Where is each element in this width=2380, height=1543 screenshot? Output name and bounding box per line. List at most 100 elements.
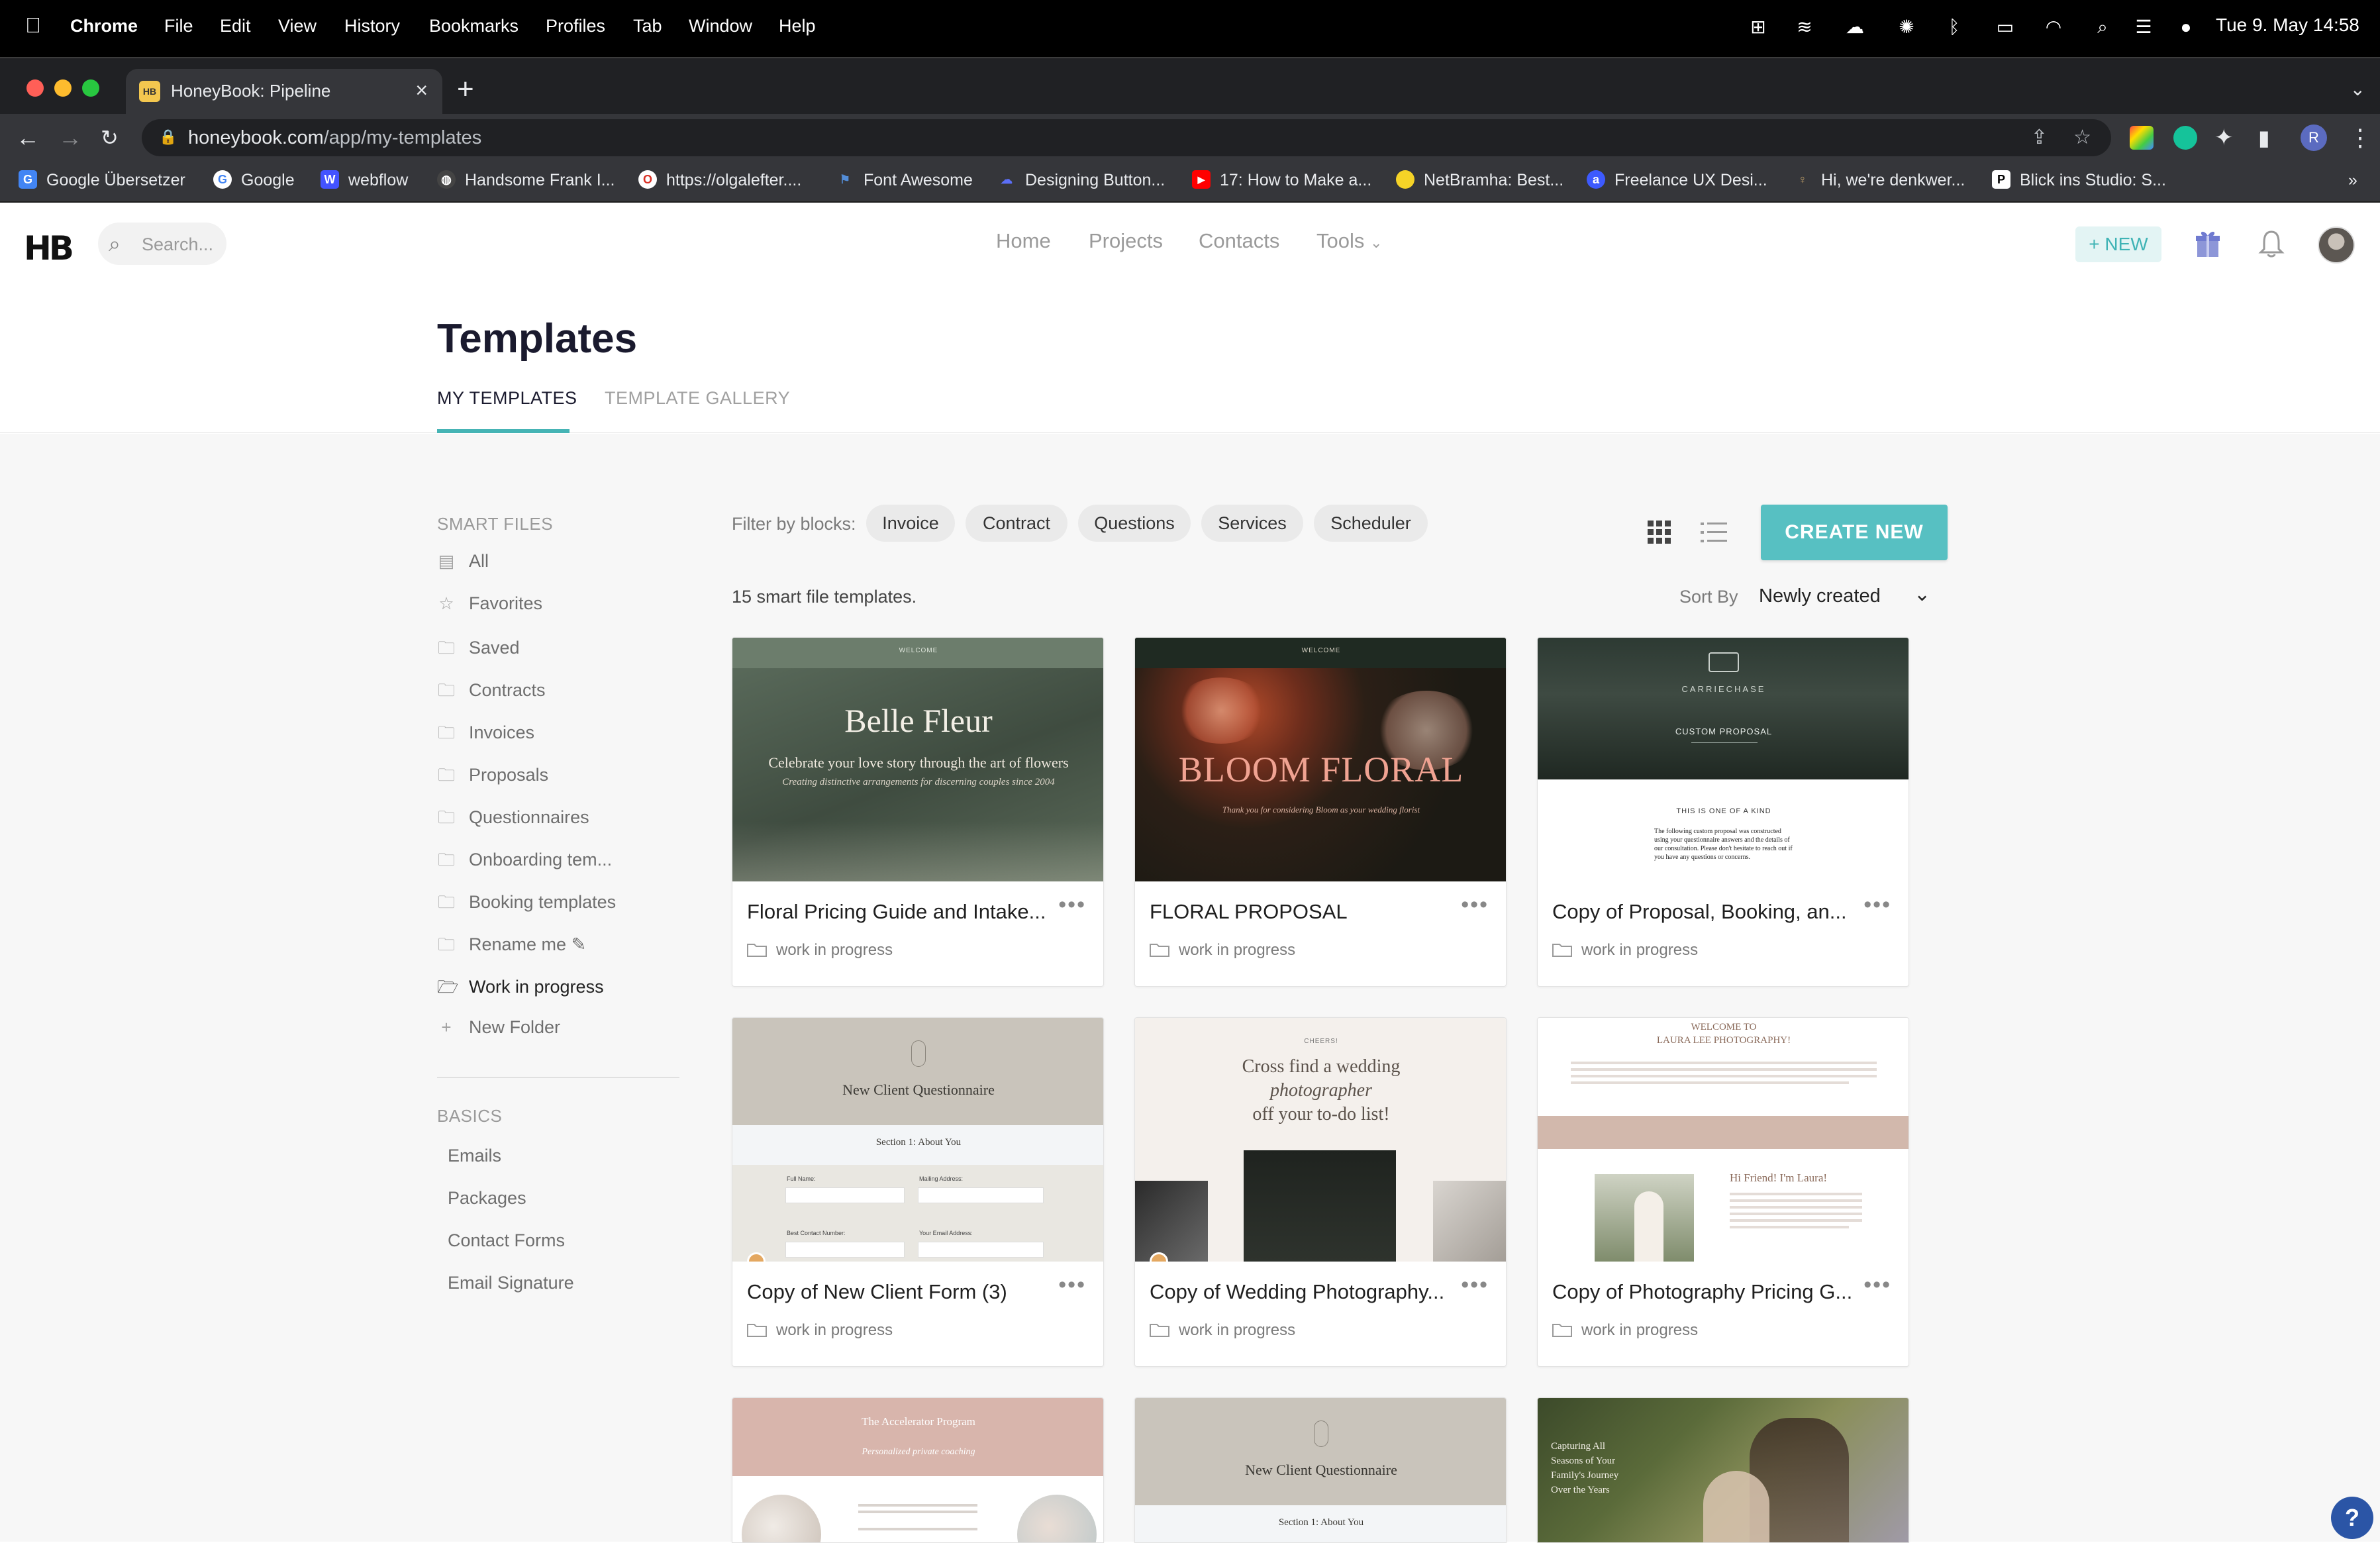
- side-panel-icon[interactable]: ▮: [2258, 124, 2270, 151]
- bookmark-item[interactable]: ◍ Handsome Frank I...: [437, 170, 615, 190]
- control-center-icon[interactable]: ☰: [2134, 17, 2154, 37]
- bookmark-item[interactable]: ▶ 17: How to Make a...: [1192, 170, 1371, 190]
- card-title[interactable]: FLORAL PROPOSAL: [1150, 900, 1461, 924]
- bookmarks-more-button[interactable]: »: [2348, 171, 2357, 190]
- color-extension-icon[interactable]: [2130, 126, 2154, 150]
- sidebar-item-packages[interactable]: Packages: [448, 1188, 526, 1209]
- nav-contacts[interactable]: Contacts: [1199, 229, 1279, 253]
- extensions-puzzle-icon[interactable]: ✦: [2214, 124, 2234, 151]
- honeybook-logo[interactable]: HB: [24, 229, 74, 268]
- filter-chip-questions[interactable]: Questions: [1078, 505, 1191, 542]
- sidebar-item-favorites[interactable]: ☆ Favorites: [437, 593, 542, 614]
- more-options-icon[interactable]: •••: [1863, 1272, 1891, 1298]
- new-button[interactable]: + NEW: [2075, 226, 2161, 262]
- grammarly-icon[interactable]: [2173, 126, 2197, 150]
- bookmark-item[interactable]: a Freelance UX Desi...: [1587, 170, 1767, 190]
- tab-template-gallery[interactable]: TEMPLATE GALLERY: [605, 388, 790, 409]
- template-card[interactable]: WELCOME TO LAURA LEE PHOTOGRAPHY! Hi Fri…: [1537, 1017, 1909, 1367]
- card-title[interactable]: Copy of Wedding Photography...: [1150, 1280, 1461, 1304]
- sidebar-item-questionnaires[interactable]: 🗀 Questionnaires: [437, 805, 589, 834]
- status-openai-icon[interactable]: ✺: [1897, 17, 1916, 37]
- sidebar-item-new-folder[interactable]: + New Folder: [437, 1017, 560, 1038]
- bluetooth-icon[interactable]: ᛒ: [1944, 17, 1964, 37]
- template-thumbnail[interactable]: CARRIECHASE CUSTOM PROPOSAL THIS IS ONE …: [1538, 638, 1909, 881]
- bookmark-item[interactable]: G Google Übersetzer: [19, 170, 185, 190]
- more-options-icon[interactable]: •••: [1863, 892, 1891, 918]
- menu-history[interactable]: History: [344, 16, 400, 36]
- template-card[interactable]: CARRIECHASE CUSTOM PROPOSAL THIS IS ONE …: [1537, 637, 1909, 987]
- template-thumbnail[interactable]: Capturing All Seasons of Your Family's J…: [1538, 1398, 1909, 1542]
- sidebar-item-rename-me[interactable]: 🗀 Rename me ✎: [437, 932, 586, 962]
- sidebar-item-saved[interactable]: 🗀 Saved: [437, 636, 520, 665]
- template-card[interactable]: Capturing All Seasons of Your Family's J…: [1537, 1397, 1909, 1543]
- template-thumbnail[interactable]: CHEERS! Cross find a wedding photographe…: [1135, 1018, 1506, 1262]
- card-title[interactable]: Copy of New Client Form (3): [747, 1280, 1058, 1304]
- back-arrow-icon[interactable]: ←: [16, 124, 40, 151]
- search-input[interactable]: ⌕ Search...: [98, 223, 226, 265]
- share-icon[interactable]: ⇪: [2031, 126, 2048, 149]
- bookmark-item[interactable]: G Google: [213, 170, 295, 190]
- status-cloud-icon[interactable]: ☁: [1845, 17, 1865, 37]
- menu-app-name[interactable]: Chrome: [70, 16, 138, 36]
- help-button[interactable]: ?: [2331, 1497, 2373, 1539]
- reload-icon[interactable]: ↻: [101, 124, 119, 151]
- sort-select[interactable]: Newly created: [1759, 585, 1881, 607]
- menu-edit[interactable]: Edit: [220, 16, 251, 36]
- sidebar-item-emails[interactable]: Emails: [448, 1146, 501, 1166]
- filter-chip-scheduler[interactable]: Scheduler: [1314, 505, 1428, 542]
- card-title[interactable]: Floral Pricing Guide and Intake...: [747, 900, 1058, 924]
- more-options-icon[interactable]: •••: [1461, 1272, 1489, 1298]
- template-thumbnail[interactable]: New Client Questionnaire Section 1: Abou…: [1135, 1398, 1506, 1542]
- bookmark-item[interactable]: Ohttps://olgalefter....: [638, 170, 801, 190]
- bookmark-item[interactable]: ♀ Hi, we're denkwer...: [1793, 171, 1965, 190]
- sidebar-item-contact-forms[interactable]: Contact Forms: [448, 1230, 565, 1251]
- address-bar[interactable]: 🔒 honeybook.com/app/my-templates ⇪ ☆: [142, 119, 2111, 156]
- filter-chip-invoice[interactable]: Invoice: [866, 505, 955, 542]
- window-zoom-button[interactable]: [82, 79, 99, 97]
- create-new-button[interactable]: CREATE NEW: [1761, 505, 1948, 560]
- sidebar-item-contracts[interactable]: 🗀 Contracts: [437, 678, 546, 707]
- bookmark-star-icon[interactable]: ☆: [2073, 126, 2091, 149]
- menu-bookmarks[interactable]: Bookmarks: [429, 16, 519, 36]
- menu-file[interactable]: File: [164, 16, 193, 36]
- nav-tools[interactable]: Tools ⌄: [1316, 229, 1382, 253]
- menu-view[interactable]: View: [278, 16, 317, 36]
- template-thumbnail[interactable]: New Client Questionnaire Section 1: Abou…: [732, 1018, 1103, 1262]
- sidebar-item-onboarding-tem[interactable]: 🗀 Onboarding tem...: [437, 848, 612, 877]
- sidebar-item-work-in-progress[interactable]: 🗁 Work in progress: [437, 975, 604, 1004]
- forward-arrow-icon[interactable]: →: [58, 124, 82, 151]
- more-options-icon[interactable]: •••: [1058, 892, 1086, 918]
- more-options-icon[interactable]: •••: [1058, 1272, 1086, 1298]
- grid-view-icon[interactable]: [1646, 519, 1673, 546]
- sidebar-item-booking-templates[interactable]: 🗀 Booking templates: [437, 890, 616, 919]
- siri-icon[interactable]: ●: [2176, 17, 2196, 37]
- url-text[interactable]: honeybook.com/app/my-templates: [188, 127, 481, 149]
- chrome-menu-icon[interactable]: ⋮: [2348, 124, 2372, 151]
- sidebar-item-all[interactable]: ▤ All: [437, 551, 489, 572]
- bookmark-item[interactable]: P Blick ins Studio: S...: [1992, 170, 2166, 190]
- bookmark-item[interactable]: ⚑ Font Awesome: [836, 171, 973, 190]
- template-thumbnail[interactable]: WELCOME BLOOM FLORAL Thank you for consi…: [1135, 638, 1506, 881]
- template-card[interactable]: New Client Questionnaire Section 1: Abou…: [732, 1017, 1104, 1367]
- filter-chip-contract[interactable]: Contract: [966, 505, 1067, 542]
- menu-window[interactable]: Window: [689, 16, 752, 36]
- bell-icon[interactable]: [2258, 229, 2285, 258]
- menu-profiles[interactable]: Profiles: [546, 16, 605, 36]
- sidebar-item-invoices[interactable]: 🗀 Invoices: [437, 721, 534, 750]
- user-avatar[interactable]: [2318, 226, 2355, 264]
- wifi-icon[interactable]: ◠: [2044, 17, 2063, 37]
- template-card[interactable]: New Client Questionnaire Section 1: Abou…: [1134, 1397, 1507, 1543]
- spotlight-icon[interactable]: ⌕: [2093, 17, 2112, 37]
- menu-tab[interactable]: Tab: [633, 16, 662, 36]
- sidebar-item-proposals[interactable]: 🗀 Proposals: [437, 763, 548, 792]
- filter-chip-services[interactable]: Services: [1201, 505, 1303, 542]
- template-thumbnail[interactable]: WELCOME Belle Fleur Celebrate your love …: [732, 638, 1103, 881]
- template-card[interactable]: WELCOME Belle Fleur Celebrate your love …: [732, 637, 1104, 987]
- bookmark-item[interactable]: ☁ Designing Button...: [997, 171, 1165, 190]
- template-card[interactable]: CHEERS! Cross find a wedding photographe…: [1134, 1017, 1507, 1367]
- template-card[interactable]: The Accelerator Program Personalized pri…: [732, 1397, 1104, 1543]
- card-title[interactable]: Copy of Proposal, Booking, an...: [1552, 900, 1863, 924]
- browser-tab-active[interactable]: HB HoneyBook: Pipeline ×: [126, 69, 442, 114]
- profile-avatar-icon[interactable]: R: [2301, 124, 2327, 151]
- template-card[interactable]: WELCOME BLOOM FLORAL Thank you for consi…: [1134, 637, 1507, 987]
